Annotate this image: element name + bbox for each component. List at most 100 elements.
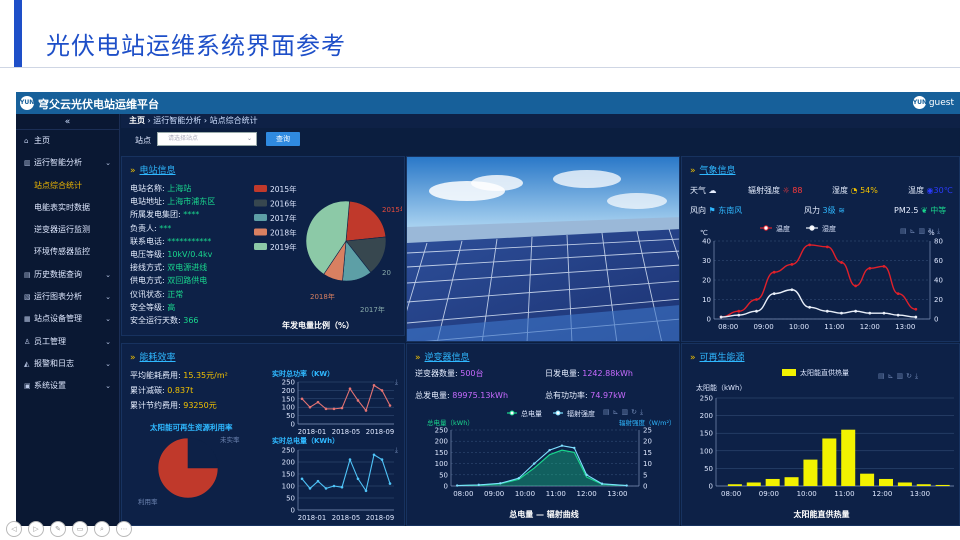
x-tick-label: 2018-05 (332, 428, 360, 436)
panel-title: » 电站信息 (130, 163, 176, 176)
wind-direction-label: 风向 (690, 206, 706, 215)
x-tick-label: 10:00 (515, 490, 535, 498)
field-label: 总发电量: (415, 391, 450, 400)
pen-icon[interactable]: ✎ (50, 521, 66, 537)
station-field: 电站地址: 上海市浦东区 (130, 196, 215, 207)
bar (822, 438, 837, 486)
y-tick-label: 0 (709, 483, 713, 491)
data-point (854, 284, 858, 288)
renewable-title: 可再生能源 (699, 353, 745, 363)
app-logo: YUN (20, 96, 34, 110)
humidity-value: 54% (860, 186, 878, 195)
query-button[interactable]: 查询 (266, 132, 300, 146)
y-tick-label: 200 (435, 438, 448, 446)
weather-label: 天气 (690, 186, 706, 195)
data-point (719, 315, 723, 319)
pie-label: 2015年 (382, 205, 402, 214)
legend-marker (555, 410, 561, 416)
field-label: 接线方式: (130, 263, 165, 273)
data-point (772, 270, 776, 274)
sidebar-subitem-meter-realtime[interactable]: 电能表实时数据 (16, 197, 119, 219)
station-field: 联系电话: *********** (130, 236, 211, 247)
slides-overview-icon[interactable]: ▭ (72, 521, 88, 537)
chevron-down-icon: ⌄ (105, 159, 111, 168)
field-value: 正常 (164, 289, 184, 299)
user-menu[interactable]: YUN guest (912, 96, 954, 109)
field-value: 10kV/0.4kv (164, 250, 213, 259)
document-icon: ▧ (24, 293, 31, 302)
data-point (854, 309, 858, 313)
bar (916, 484, 931, 486)
chevron-down-icon: ⌄ (105, 337, 111, 346)
y2-tick-label: 20 (934, 296, 943, 304)
field-label: 供电方式: (130, 276, 165, 286)
breadcrumb-home[interactable]: 主页 (129, 116, 145, 125)
slide-accent-bar (14, 0, 22, 68)
data-point (790, 263, 794, 266)
x-tick-label: 12:00 (860, 323, 880, 331)
y-tick-label: 40 (702, 238, 711, 246)
y-tick-label: 0 (707, 316, 711, 324)
chevron-down-icon: ⌄ (246, 135, 252, 142)
sidebar-item-settings[interactable]: ▣ 系统设置 ⌄ (16, 375, 119, 397)
data-point (573, 446, 576, 450)
station-field: 电压等级: 10kV/0.4kv (130, 249, 212, 260)
legend-label: 2016年 (270, 199, 297, 209)
zoom-icon[interactable]: ⌕ (94, 521, 110, 537)
station-info-title: 电站信息 (139, 166, 176, 176)
download-icon: ⤓ (395, 446, 398, 454)
field-label: 仪讯状态: (130, 289, 165, 299)
sidebar-item-analysis[interactable]: ▥ 运行智能分析 ⌄ (16, 152, 119, 174)
x-tick-label: 08:00 (718, 323, 738, 331)
data-point (364, 409, 368, 412)
radiation-value: 88 (792, 186, 803, 195)
data-point (808, 305, 812, 309)
sidebar-item-label: 运行智能分析 (34, 158, 82, 168)
sidebar-item-history[interactable]: ▤ 历史数据查询 ⌄ (16, 264, 119, 286)
data-point (380, 458, 384, 461)
sidebar-item-charts[interactable]: ▧ 运行图表分析 ⌄ (16, 286, 119, 308)
legend-label: 2017年 (270, 213, 297, 223)
chevron-down-icon: ⌄ (105, 359, 111, 368)
breadcrumb-level1[interactable]: 运行智能分析 (153, 116, 201, 125)
series-line (301, 384, 391, 412)
presentation-controls: ◁ ▷ ✎ ▭ ⌕ ⋯ (6, 516, 138, 537)
chevron-down-icon: ⌄ (105, 382, 111, 391)
station-field: 负责人: *** (130, 223, 171, 234)
sidebar-subitem-sensor-monitor[interactable]: 环境传感器监控 (16, 241, 119, 263)
panel-title: » 气象信息 (690, 163, 736, 176)
next-slide-icon[interactable]: ▷ (28, 521, 44, 537)
y-tick-label: 50 (439, 471, 448, 479)
sidebar: « ⌂ 主页 ▥ 运行智能分析 ⌄ 站点综合统计 电能表实时数据 逆变器运行监测 环境… (16, 114, 120, 526)
wind-value: 3级 (822, 206, 836, 215)
chart-toolbox[interactable]: ▤⊾▥↻⤓ (900, 227, 943, 236)
app-title: 穹父云光伏电站运维平台 (38, 98, 159, 111)
annual-share-caption: 年发电量比例（%） (282, 321, 355, 330)
field-label: 电站地址: (130, 197, 165, 207)
sidebar-item-label: 系统设置 (34, 381, 66, 391)
series-line (721, 289, 916, 318)
field-label: 安全等级: (130, 302, 165, 312)
bar (860, 473, 875, 486)
station-select[interactable]: 请选择站点 ⌄ (157, 132, 257, 146)
sidebar-item-devices[interactable]: ▦ 站点设备管理 ⌄ (16, 308, 119, 330)
filter-bar: 站点 请选择站点 ⌄ 查询 (121, 128, 960, 150)
data-point (808, 243, 812, 247)
more-options-icon[interactable]: ⋯ (116, 521, 132, 537)
weather-title: 气象信息 (699, 166, 736, 176)
station-field: 电站名称: 上海站 (130, 183, 191, 194)
sidebar-item-staff[interactable]: ♙ 员工管理 ⌄ (16, 331, 119, 353)
sidebar-item-home[interactable]: ⌂ 主页 (16, 130, 119, 152)
data-point (332, 407, 336, 411)
sidebar-item-alarms[interactable]: ◭ 报警和日志 ⌄ (16, 353, 119, 375)
x-tick-label: 12:00 (577, 490, 597, 498)
sidebar-subitem-station-stats[interactable]: 站点综合统计 (16, 175, 119, 197)
field-value: 89975.13kWh (449, 391, 509, 400)
previous-slide-icon[interactable]: ◁ (6, 521, 22, 537)
bar (803, 459, 818, 486)
data-point (737, 313, 741, 317)
x-tick-label: 08:00 (721, 490, 741, 498)
collapse-sidebar-icon[interactable]: « (16, 114, 119, 130)
y-tick-label: 100 (700, 447, 713, 455)
sidebar-subitem-inverter-monitor[interactable]: 逆变器运行监测 (16, 219, 119, 241)
